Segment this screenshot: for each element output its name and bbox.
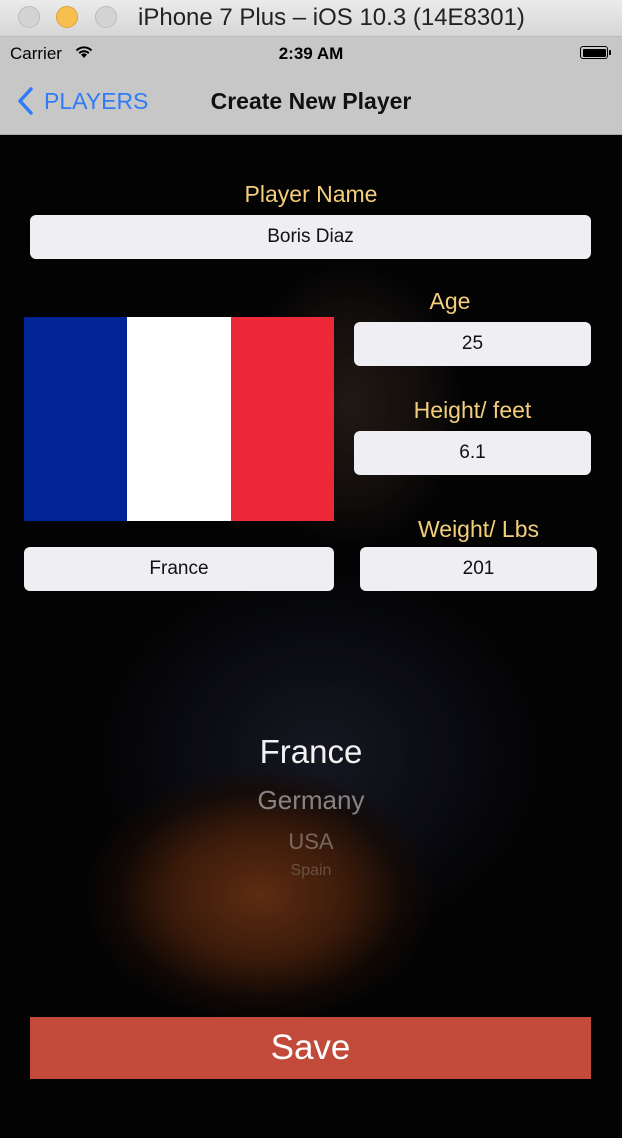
window-title: iPhone 7 Plus – iOS 10.3 (14E8301) [138,4,525,31]
flag-stripe-white [127,317,231,521]
picker-option-selected[interactable]: France [0,733,622,771]
window-zoom-button[interactable] [95,6,117,28]
battery-icon [580,46,611,59]
player-name-label: Player Name [244,181,378,207]
window-minimize-button[interactable] [56,6,78,28]
simulator-title-bar: iPhone 7 Plus – iOS 10.3 (14E8301) [0,0,622,37]
country-flag-image [24,317,334,521]
picker-option[interactable]: USA [0,829,622,855]
country-field[interactable]: France [24,547,334,591]
background-photo [0,135,622,1138]
age-label: Age [429,288,471,314]
status-bar: Carrier 2:39 AM [0,37,622,69]
flag-stripe-red [230,317,334,521]
height-label: Height/ feet [413,397,532,423]
flag-stripe-blue [24,317,128,521]
save-button[interactable]: Save [30,1017,591,1079]
height-field[interactable]: 6.1 [354,431,591,475]
window-close-button[interactable] [18,6,40,28]
page-title-text: Create New Player [210,88,412,114]
weight-field[interactable]: 201 [360,547,597,591]
picker-option[interactable]: Germany [0,785,622,816]
weight-label: Weight/ Lbs [417,516,540,542]
page-title: Create New Player [0,88,622,115]
create-player-form: Player Name Boris Diaz Age 25 Height/ fe… [0,135,622,1138]
navigation-bar: PLAYERS Create New Player [0,69,622,135]
player-name-field[interactable]: Boris Diaz [30,215,591,259]
age-field[interactable]: 25 [354,322,591,366]
status-time: 2:39 AM [278,44,344,63]
picker-option[interactable]: Spain [0,862,622,880]
